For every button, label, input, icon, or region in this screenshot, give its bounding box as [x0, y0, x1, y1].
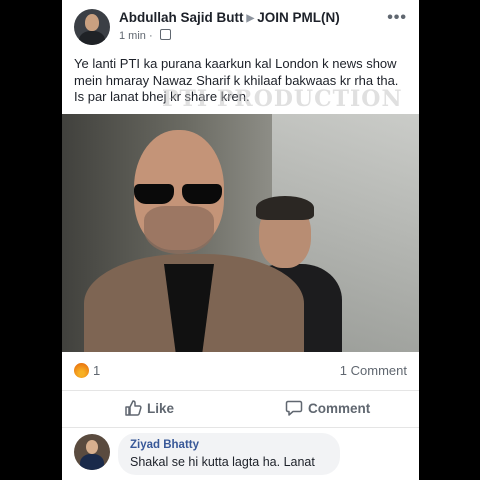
comment-label: Comment: [308, 401, 371, 416]
like-label: Like: [147, 401, 175, 416]
commenter-name[interactable]: Ziyad Bhatty: [130, 439, 199, 451]
reaction-count[interactable]: 1: [93, 363, 100, 378]
share-arrow-icon: ▶: [246, 13, 255, 24]
like-button[interactable]: Like: [124, 399, 174, 417]
comment-bubble-icon: [285, 400, 303, 416]
angry-reaction-icon[interactable]: [74, 363, 89, 378]
author-avatar[interactable]: [74, 9, 110, 45]
reaction-summary: 1 1 Comment: [62, 352, 419, 391]
photo-watermark: PTI PRODUCTION: [162, 86, 403, 112]
post-time[interactable]: 1 min: [119, 30, 146, 42]
post-meta: 1 min ·: [119, 29, 171, 42]
post-header: Abdullah Sajid Butt ▶ JOIN PML(N) 1 min · …: [62, 0, 419, 52]
action-bar: Like Comment: [62, 391, 419, 428]
comment-bubble: Ziyad Bhatty Shakal se hi kutta lagta ha…: [118, 433, 340, 475]
post-photo[interactable]: [62, 114, 419, 352]
privacy-icon: [159, 29, 171, 40]
author-name[interactable]: Abdullah Sajid Butt: [119, 10, 244, 25]
thumbs-up-icon: [125, 400, 142, 416]
comment-button[interactable]: Comment: [285, 399, 370, 417]
author-line: Abdullah Sajid Butt ▶ JOIN PML(N): [119, 10, 340, 25]
group-name[interactable]: JOIN PML(N): [257, 10, 340, 25]
comment-text: Shakal se hi kutta lagta ha. Lanat: [130, 455, 315, 469]
post-card: Abdullah Sajid Butt ▶ JOIN PML(N) 1 min · …: [62, 0, 419, 480]
comment-item: Ziyad Bhatty Shakal se hi kutta lagta ha…: [62, 428, 419, 480]
more-options-icon[interactable]: •••: [387, 9, 407, 27]
comment-count[interactable]: 1 Comment: [340, 363, 407, 378]
commenter-avatar[interactable]: [74, 434, 110, 470]
